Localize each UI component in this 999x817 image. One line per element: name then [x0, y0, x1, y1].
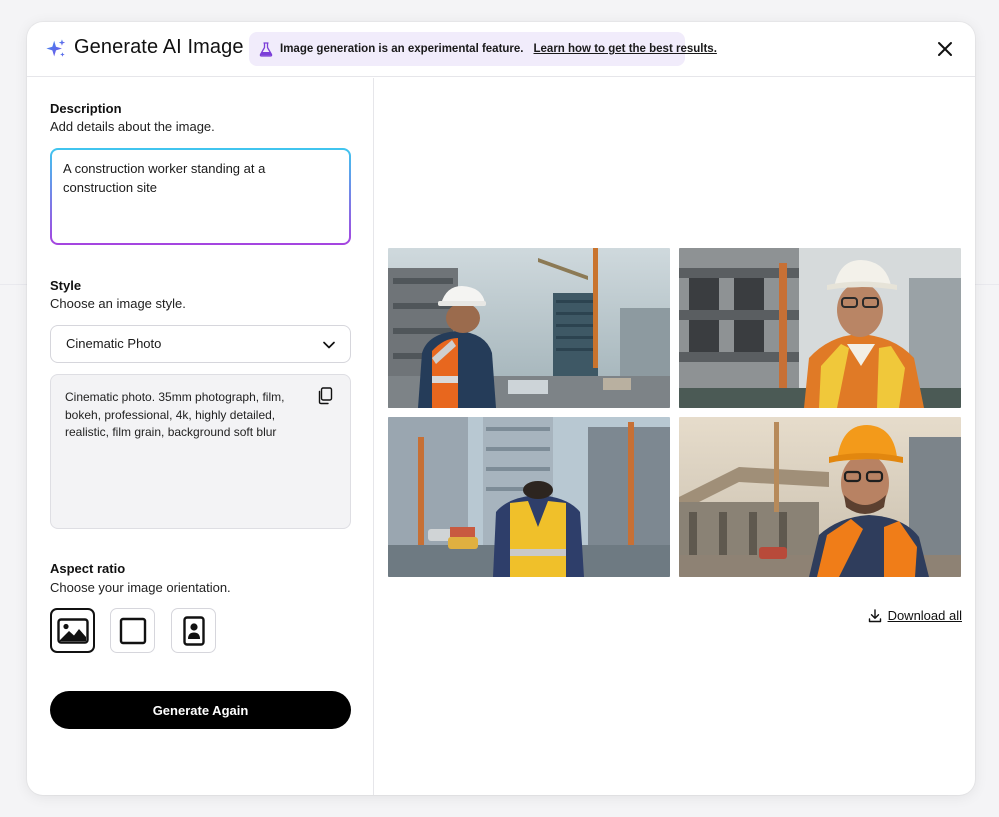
results-panel: Download all	[375, 78, 975, 795]
flask-icon	[259, 41, 273, 57]
description-input-frame: A construction worker standing at a cons…	[50, 148, 351, 245]
experimental-banner: Image generation is an experimental feat…	[249, 32, 717, 66]
description-title: Description	[50, 101, 122, 116]
portrait-icon	[182, 615, 205, 646]
generate-again-button[interactable]: Generate Again	[50, 691, 351, 729]
result-image-4[interactable]	[679, 417, 961, 577]
copy-icon[interactable]	[317, 387, 333, 405]
result-image-1[interactable]	[388, 248, 670, 408]
aspect-landscape-button[interactable]	[50, 608, 95, 653]
close-icon[interactable]	[935, 39, 955, 59]
style-prompt-box: Cinematic photo. 35mm photograph, film, …	[50, 374, 351, 529]
banner-text: Image generation is an experimental feat…	[280, 43, 524, 55]
photo-worker-orange-helmet	[679, 417, 961, 577]
style-subtitle: Choose an image style.	[50, 296, 186, 311]
aspect-square-button[interactable]	[110, 608, 155, 653]
result-image-2[interactable]	[679, 248, 961, 408]
settings-panel: Description Add details about the image.…	[27, 78, 374, 795]
banner-learn-more-link[interactable]: Learn how to get the best results.	[534, 43, 717, 55]
photo-worker-smiling-white-helmet	[679, 248, 961, 408]
landscape-image-icon	[56, 617, 89, 644]
style-selected-value: Cinematic Photo	[66, 336, 162, 351]
generate-image-dialog: Generate AI Image Image generation is an…	[27, 22, 975, 795]
dialog-header: Generate AI Image Image generation is an…	[27, 22, 975, 77]
download-all-link[interactable]: Download all	[868, 608, 962, 623]
chevron-down-icon	[323, 341, 335, 349]
aspect-portrait-button[interactable]	[171, 608, 216, 653]
photo-worker-back-white-helmet	[388, 248, 670, 408]
aspect-subtitle: Choose your image orientation.	[50, 580, 231, 595]
aspect-title: Aspect ratio	[50, 561, 126, 576]
description-subtitle: Add details about the image.	[50, 119, 215, 134]
result-image-3[interactable]	[388, 417, 670, 577]
style-title: Style	[50, 278, 82, 293]
download-icon	[868, 608, 881, 622]
download-all-label: Download all	[887, 608, 962, 623]
dialog-title: Generate AI Image	[74, 36, 244, 58]
photo-worker-back-yellow-vest	[388, 417, 670, 577]
square-icon	[119, 617, 146, 644]
description-input[interactable]: A construction worker standing at a cons…	[52, 150, 349, 243]
style-select[interactable]: Cinematic Photo	[50, 325, 351, 363]
sparkle-icon	[46, 39, 66, 57]
style-prompt-text: Cinematic photo. 35mm photograph, film, …	[65, 390, 285, 439]
